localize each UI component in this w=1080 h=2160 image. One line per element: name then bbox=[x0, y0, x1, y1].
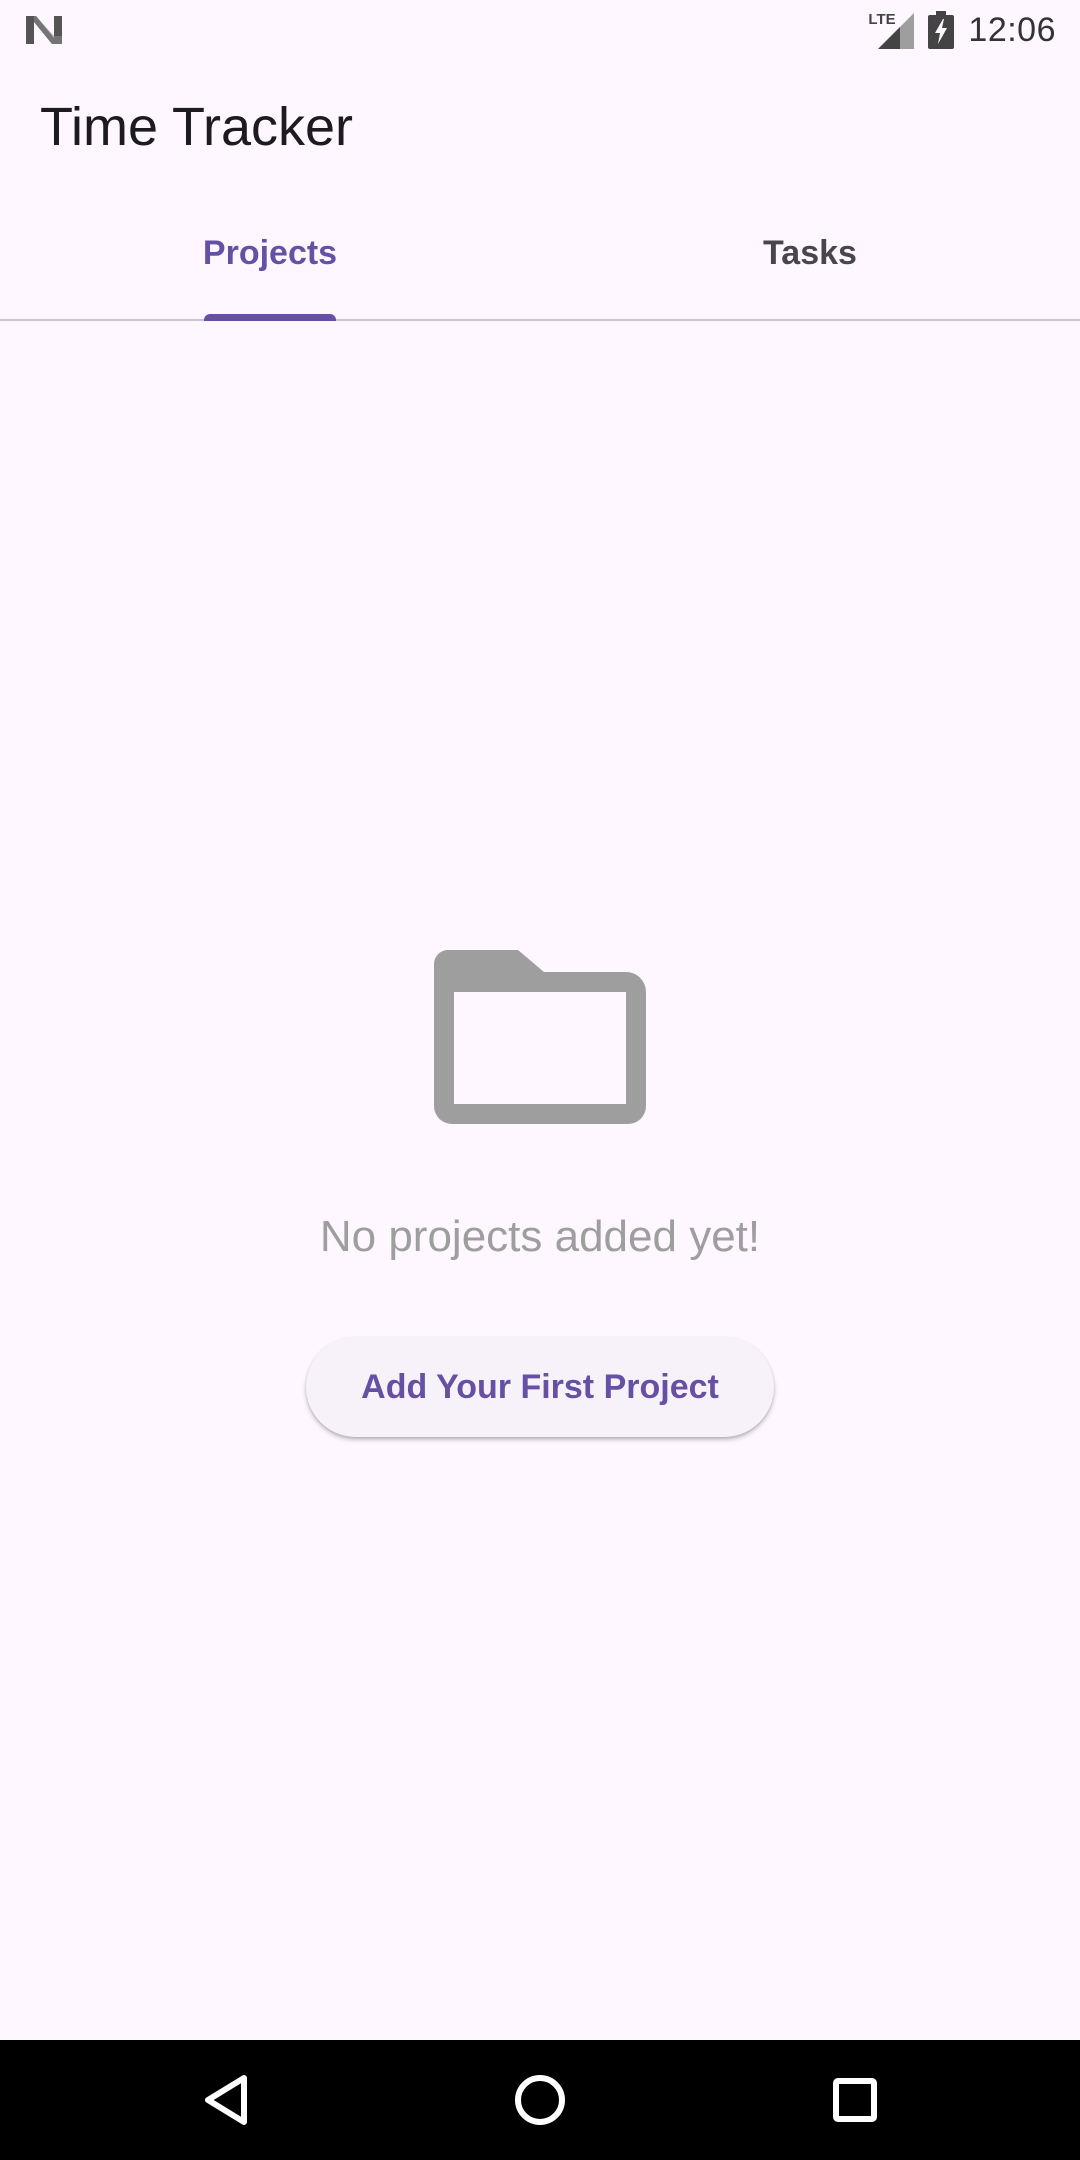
status-time: 12:06 bbox=[968, 10, 1056, 49]
n-logo-icon bbox=[26, 16, 62, 44]
home-button[interactable] bbox=[470, 2040, 610, 2160]
empty-state-message: No projects added yet! bbox=[319, 1212, 761, 1261]
network-indicator: LTE bbox=[868, 11, 915, 49]
app-bar: Time Tracker bbox=[0, 60, 1080, 190]
signal-icon bbox=[878, 13, 915, 49]
active-tab-indicator bbox=[204, 314, 336, 321]
tab-bar: Projects Tasks bbox=[0, 195, 1080, 321]
battery-charging-icon bbox=[928, 11, 955, 49]
back-button[interactable] bbox=[156, 2040, 296, 2160]
back-icon bbox=[205, 2075, 247, 2125]
home-icon bbox=[515, 2075, 565, 2125]
recents-button[interactable] bbox=[785, 2040, 925, 2160]
folder-icon bbox=[434, 950, 646, 1124]
add-first-project-button[interactable]: Add Your First Project bbox=[306, 1337, 774, 1437]
page-title: Time Tracker bbox=[40, 97, 354, 157]
status-icons: LTE 12:06 bbox=[868, 0, 1056, 60]
status-bar: LTE 12:06 bbox=[0, 0, 1080, 60]
tab-tasks-label: Tasks bbox=[763, 233, 857, 272]
tab-projects[interactable]: Projects bbox=[0, 195, 540, 321]
navigation-bar bbox=[0, 2040, 1080, 2160]
tab-tasks[interactable]: Tasks bbox=[540, 195, 1080, 319]
tab-projects-label: Projects bbox=[202, 233, 338, 272]
recents-icon bbox=[833, 2078, 877, 2122]
